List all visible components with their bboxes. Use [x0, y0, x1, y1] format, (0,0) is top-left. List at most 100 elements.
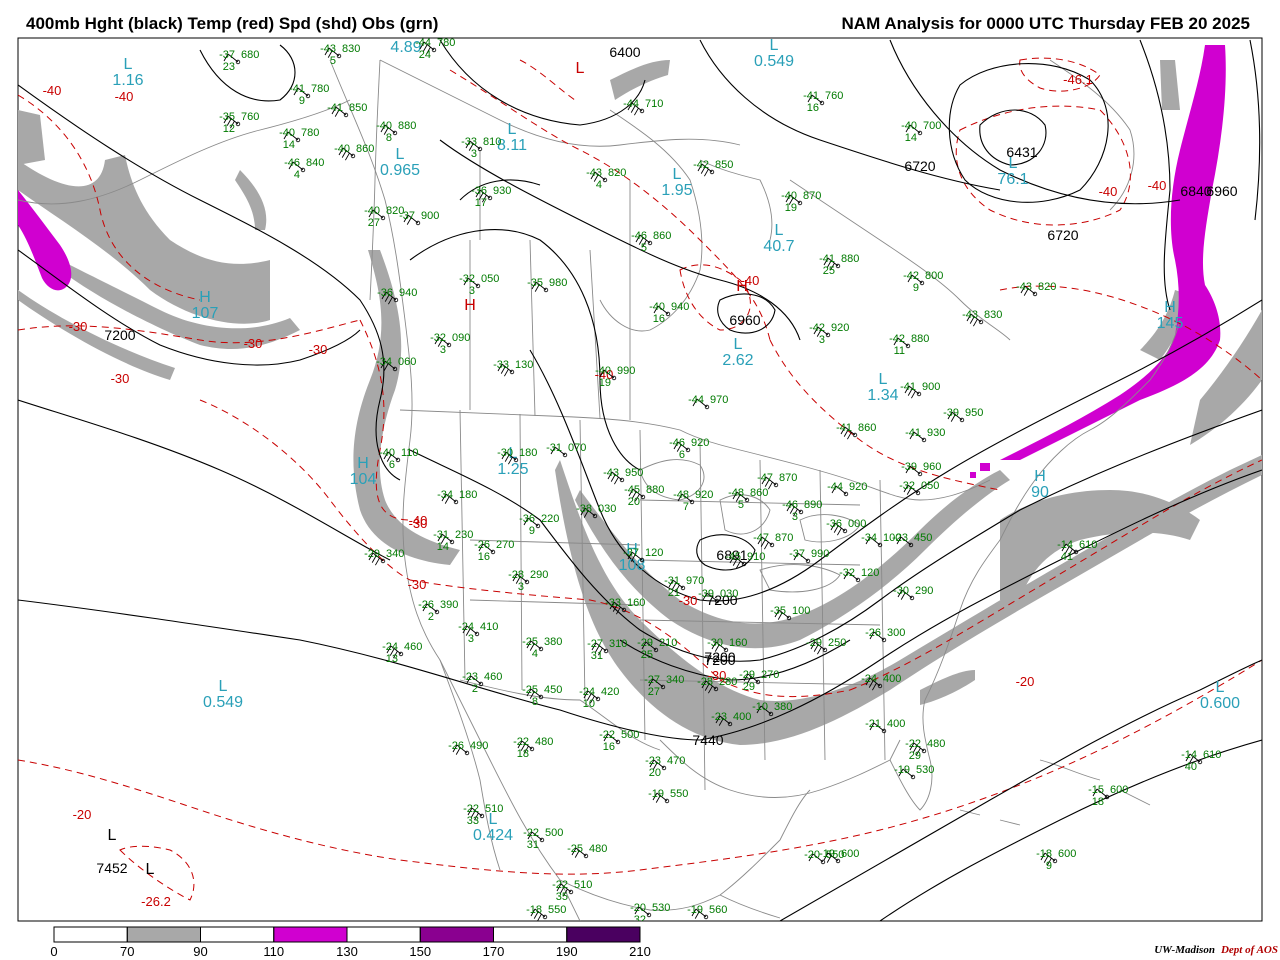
center-value: 1.16 — [112, 72, 143, 89]
height-contour-label: 6400 — [609, 44, 640, 60]
credit-dept: Dept of AOS — [1220, 944, 1278, 956]
obs-height: 860 — [858, 422, 876, 434]
obs-temperature: -40 — [379, 447, 395, 459]
obs-temperature: -40 — [649, 301, 665, 313]
obs-temperature: -19 — [687, 904, 703, 916]
center-letter: L — [1216, 679, 1225, 696]
obs-temperature: -46 — [284, 157, 300, 169]
obs-temperature: -40 — [376, 120, 392, 132]
center-letter: L — [396, 146, 405, 163]
obs-height: 420 — [601, 686, 619, 698]
obs-temperature: -25 — [567, 843, 583, 855]
obs-temperature: -32 — [459, 273, 475, 285]
obs-temperature: -48 — [673, 489, 689, 501]
center-value: 107 — [192, 305, 219, 322]
obs-height: 920 — [691, 437, 709, 449]
obs-height: 900 — [421, 210, 439, 222]
temperature-contour-label: -40 — [1148, 178, 1167, 193]
obs-temperature: -24 — [458, 621, 474, 633]
center-letter: L — [775, 222, 784, 239]
obs-height: 030 — [720, 588, 738, 600]
obs-temperature: -41 — [803, 90, 819, 102]
obs-temperature: -28 — [508, 569, 524, 581]
obs-temperature: -31 — [546, 442, 562, 454]
jet-core-dot-1 — [980, 463, 990, 471]
obs-height: 700 — [923, 120, 941, 132]
obs-height: 870 — [803, 190, 821, 202]
temperature-contour-label: -30 — [69, 319, 88, 334]
obs-height: 780 — [301, 127, 319, 139]
obs-dewpoint-depression: 9 — [299, 95, 305, 107]
credit-text: UW-Madison Dept of AOS — [1154, 944, 1278, 956]
obs-height: 860 — [653, 230, 671, 242]
obs-dewpoint-depression: 21 — [668, 587, 680, 599]
obs-height: 050 — [921, 480, 939, 492]
obs-temperature: -43 — [320, 43, 336, 55]
obs-dewpoint-depression: 18 — [1092, 796, 1104, 808]
obs-height: 600 — [1110, 784, 1128, 796]
obs-dewpoint-depression: 3 — [440, 344, 446, 356]
obs-height: 070 — [568, 442, 586, 454]
center-letter: L — [219, 678, 228, 695]
obs-height: 310 — [609, 638, 627, 650]
obs-height: 950 — [965, 407, 983, 419]
obs-height: 880 — [398, 120, 416, 132]
legend-swatch — [273, 926, 348, 943]
legend-tick-label: 90 — [193, 944, 207, 959]
obs-height: 110 — [401, 447, 419, 459]
obs-temperature: -42 — [903, 270, 919, 282]
obs-temperature: -43 — [962, 309, 978, 321]
obs-height: 680 — [241, 49, 259, 61]
obs-temperature: -35 — [527, 277, 543, 289]
obs-height: 960 — [923, 461, 941, 473]
obs-dewpoint-depression: 6 — [389, 459, 395, 471]
obs-temperature: -36 — [377, 287, 393, 299]
obs-height: 820 — [608, 167, 626, 179]
obs-temperature: -40 — [781, 190, 797, 202]
weather-map: 6400672067206431696072007200696072006891… — [17, 37, 1263, 959]
obs-height: 500 — [621, 729, 639, 741]
obs-dewpoint-depression: 17 — [475, 197, 487, 209]
temperature-contour-label: -30 — [679, 593, 698, 608]
center-value: 1.25 — [497, 461, 528, 478]
obs-dewpoint-depression: 16 — [603, 741, 615, 753]
obs-height: 210 — [659, 637, 677, 649]
temperature-contour-label: -40 — [43, 83, 62, 98]
obs-height: 450 — [914, 532, 932, 544]
obs-temperature: -41 — [900, 381, 916, 393]
obs-height: 610 — [1203, 749, 1221, 761]
obs-dewpoint-depression: 19 — [785, 202, 797, 214]
obs-dewpoint-depression: 16 — [478, 551, 490, 563]
obs-temperature: -23 — [462, 671, 478, 683]
obs-height: 980 — [549, 277, 567, 289]
center-letter: H — [1164, 299, 1176, 316]
obs-height: 480 — [927, 738, 945, 750]
credit-org: UW-Madison — [1154, 944, 1215, 956]
center-letter: L — [124, 56, 133, 73]
obs-height: 870 — [779, 472, 797, 484]
center-value: 0.549 — [203, 694, 243, 711]
obs-temperature: -42 — [693, 159, 709, 171]
obs-height: 920 — [695, 489, 713, 501]
wind-speed-legend: 0 70 90 110 130 150 170 190 210 — [50, 926, 651, 959]
obs-temperature: -26 — [474, 539, 490, 551]
center-value: 0.600 — [1200, 695, 1240, 712]
center-letter: L — [1009, 155, 1018, 172]
obs-dewpoint-depression: 29 — [743, 681, 755, 693]
obs-temperature: -18 — [1036, 848, 1052, 860]
obs-height: 820 — [1038, 281, 1056, 293]
obs-temperature: -27 — [644, 674, 660, 686]
obs-temperature: -20 — [804, 849, 820, 861]
height-contour-label: 7200 — [104, 327, 135, 343]
temperature-contour-label: -30 — [408, 577, 427, 592]
obs-height: 910 — [747, 551, 765, 563]
obs-temperature: -40 — [901, 120, 917, 132]
obs-height: 830 — [342, 43, 360, 55]
center-value: 2.62 — [722, 352, 753, 369]
obs-temperature: -40 — [364, 205, 380, 217]
obs-height: 340 — [666, 674, 684, 686]
obs-temperature: -22 — [599, 729, 615, 741]
obs-height: 220 — [541, 513, 559, 525]
legend-tick-label: 150 — [409, 944, 431, 959]
obs-temperature: -22 — [513, 736, 529, 748]
